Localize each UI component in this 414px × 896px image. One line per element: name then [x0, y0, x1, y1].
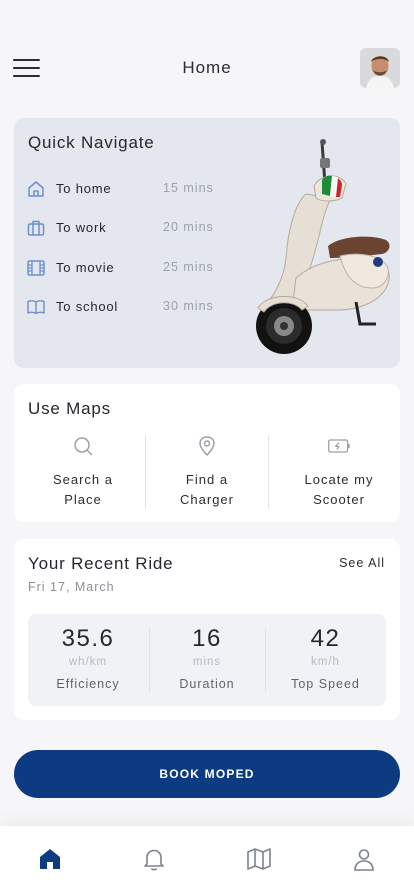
map-option-line: Charger — [180, 492, 234, 507]
home-icon — [28, 181, 44, 197]
stat-unit: wh/km — [68, 656, 108, 668]
map-option-line: Search a — [52, 472, 114, 487]
quick-nav-time: 25 mins — [163, 260, 214, 274]
locate-scooter-button[interactable]: Locate my Scooter — [280, 434, 398, 512]
recent-ride-title: Your Recent Ride — [28, 554, 174, 573]
ride-stats: 35.6 wh/km Efficiency 16 mins Duration 4… — [28, 614, 386, 706]
map-option-line: Place — [64, 492, 102, 507]
stat-value: 35.6 — [61, 625, 115, 652]
use-maps-card: Use Maps Search a Place Find a Charger Loc… — [14, 384, 400, 522]
user-icon[interactable] — [351, 846, 377, 872]
map-icon[interactable] — [246, 846, 272, 872]
quick-nav-label: To movie — [56, 260, 115, 275]
map-option-line: Scooter — [313, 492, 365, 507]
app-header: Home — [0, 40, 414, 96]
page-title: Home — [182, 58, 232, 77]
ride-date: Fri 17, March — [28, 580, 115, 594]
bell-icon[interactable] — [141, 846, 167, 872]
film-icon — [27, 260, 45, 276]
stat-duration: 16 mins Duration — [149, 614, 265, 706]
quick-nav-item-work[interactable]: To work 20 mins — [26, 215, 226, 241]
book-moped-button[interactable]: BOOK MOPED — [14, 750, 400, 798]
book-icon — [27, 300, 45, 315]
quick-navigate-card: Quick Navigate To home 15 mins To work 2… — [14, 118, 400, 368]
quick-nav-label: To school — [56, 299, 119, 314]
quick-navigate-title: Quick Navigate — [28, 133, 155, 152]
quick-nav-item-home[interactable]: To home 15 mins — [26, 176, 226, 202]
quick-nav-time: 20 mins — [163, 220, 214, 234]
recent-ride-card: Your Recent Ride See All Fri 17, March 3… — [14, 539, 400, 720]
quick-nav-label: To home — [56, 181, 112, 196]
stat-label: Efficiency — [56, 677, 120, 691]
stat-efficiency: 35.6 wh/km Efficiency — [28, 614, 148, 706]
quick-nav-label: To work — [56, 220, 107, 235]
scooter-image — [256, 139, 390, 354]
search-place-button[interactable]: Search a Place — [24, 434, 142, 512]
map-option-line: Find a — [185, 472, 229, 487]
stat-top-speed: 42 km/h Top Speed — [265, 614, 386, 706]
stat-value: 42 — [310, 625, 341, 652]
battery-charging-icon — [328, 439, 350, 453]
avatar[interactable] — [360, 48, 400, 88]
quick-nav-item-school[interactable]: To school 30 mins — [26, 294, 226, 320]
find-charger-button[interactable]: Find a Charger — [148, 434, 266, 512]
map-option-line: Locate my — [304, 472, 374, 487]
location-pin-icon — [199, 436, 215, 457]
quick-nav-time: 30 mins — [163, 299, 214, 313]
stat-label: Top Speed — [291, 677, 360, 691]
stat-unit: km/h — [311, 656, 340, 668]
use-maps-title: Use Maps — [28, 399, 111, 418]
quick-nav-item-movie[interactable]: To movie 25 mins — [26, 255, 226, 281]
divider — [268, 436, 269, 508]
quick-nav-time: 15 mins — [163, 181, 214, 195]
stat-unit: mins — [192, 656, 222, 668]
stat-label: Duration — [179, 677, 235, 691]
divider — [145, 436, 146, 508]
see-all-link[interactable]: See All — [339, 556, 385, 570]
search-icon — [74, 437, 93, 456]
briefcase-icon — [27, 220, 45, 236]
bottom-tab-bar — [0, 826, 414, 896]
home-icon[interactable] — [37, 846, 63, 872]
stat-value: 16 — [192, 625, 222, 652]
